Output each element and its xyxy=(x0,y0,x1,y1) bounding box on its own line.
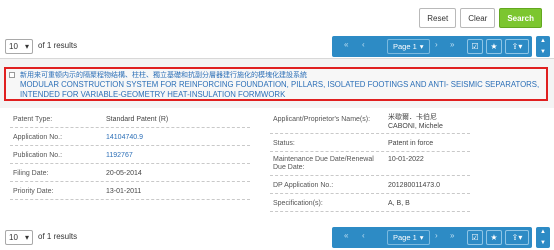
page-size-value: 10 xyxy=(9,233,18,242)
pager-bottom: 10 ▾ of 1 results « ‹ Page 1 ▾ › » ☑ ★ ⇪… xyxy=(0,227,554,248)
reset-button[interactable]: Reset xyxy=(419,8,457,28)
pagination-toolbar: « ‹ Page 1 ▾ › » ☑ ★ ⇪▾ xyxy=(332,227,532,248)
detail-row-filing-date: Filing Date: 20-05-2014 xyxy=(10,166,250,182)
last-page-button[interactable]: » xyxy=(450,40,454,49)
search-actions: Reset Clear Search xyxy=(419,8,542,28)
page-size-value: 10 xyxy=(9,42,18,51)
chevron-up-icon[interactable]: ▲ xyxy=(540,229,546,235)
detail-row-publication-no: Publication No.: 1192767 xyxy=(10,148,250,164)
detail-label: Applicant/Proprietor's Name(s): xyxy=(273,116,371,123)
chevron-down-icon: ▾ xyxy=(24,42,29,51)
chevron-down-icon[interactable]: ▼ xyxy=(540,49,546,55)
detail-row-application-no: Application No.: 14104740.9 xyxy=(10,130,250,146)
detail-value: A, B, B xyxy=(388,200,410,207)
select-all-checkbox-icon[interactable]: ☑ xyxy=(467,230,483,245)
pager-top: 10 ▾ of 1 results « ‹ Page 1 ▾ › » ☑ ★ ⇪… xyxy=(0,36,554,57)
last-page-button[interactable]: » xyxy=(450,231,454,240)
detail-row-specifications: Specification(s): A, B, B xyxy=(270,196,470,212)
detail-label: Application No.: xyxy=(13,134,63,141)
detail-value: 20-05-2014 xyxy=(106,170,142,177)
detail-label: Status: xyxy=(273,140,295,147)
results-count: of 1 results xyxy=(38,41,78,50)
page-size-select[interactable]: 10 ▾ xyxy=(5,230,33,245)
detail-row-dp-application: DP Application No.: 201280011473.0 xyxy=(270,178,470,194)
detail-value: Standard Patent (R) xyxy=(106,116,169,123)
detail-value: 10-01-2022 xyxy=(388,156,424,163)
detail-row-maintenance-due: Maintenance Due Date/Renewal Due Date: 1… xyxy=(270,154,470,176)
chevron-down-icon[interactable]: ▼ xyxy=(540,240,546,246)
results-count: of 1 results xyxy=(38,232,78,241)
star-icon[interactable]: ★ xyxy=(486,39,502,54)
result-details: Patent Type: Standard Patent (R) Applica… xyxy=(0,108,554,226)
first-page-button[interactable]: « xyxy=(344,40,348,49)
prev-page-button[interactable]: ‹ xyxy=(362,40,365,49)
chevron-up-icon[interactable]: ▲ xyxy=(540,38,546,44)
result-title-box: 新用来可重顿内示的隔聚程物结構、柱柱、獨立基礎和抗副分層器建行施化的模塊化建設系… xyxy=(4,67,548,101)
page-select[interactable]: Page 1 ▾ xyxy=(387,39,430,54)
first-page-button[interactable]: « xyxy=(344,231,348,240)
scroll-stepper[interactable]: ▲ ▼ xyxy=(536,36,550,57)
detail-value: 13-01-2011 xyxy=(106,188,142,195)
page-label: Page 1 xyxy=(393,233,417,242)
detail-row-status: Status: Patent in force xyxy=(270,136,470,152)
next-page-button[interactable]: › xyxy=(435,40,438,49)
detail-label: Patent Type: xyxy=(13,116,53,123)
detail-label: DP Application No.: xyxy=(273,182,334,189)
detail-row-patent-type: Patent Type: Standard Patent (R) xyxy=(10,112,250,128)
result-checkbox[interactable] xyxy=(9,72,15,78)
clear-button[interactable]: Clear xyxy=(460,8,496,28)
applicant-name: CABONI, Michele xyxy=(388,123,443,130)
select-all-checkbox-icon[interactable]: ☑ xyxy=(467,39,483,54)
page-size-select[interactable]: 10 ▾ xyxy=(5,39,33,54)
star-icon[interactable]: ★ xyxy=(486,230,502,245)
result-title-chinese[interactable]: 新用来可重顿内示的隔聚程物结構、柱柱、獨立基礎和抗副分層器建行施化的模塊化建設系… xyxy=(20,70,307,80)
detail-label: Maintenance Due Date/Renewal Due Date: xyxy=(273,156,374,171)
search-button[interactable]: Search xyxy=(499,8,542,28)
scroll-stepper[interactable]: ▲ ▼ xyxy=(536,227,550,248)
detail-row-priority-date: Priority Date: 13-01-2011 xyxy=(10,184,250,200)
page-label: Page 1 xyxy=(393,42,417,51)
chevron-down-icon: ▾ xyxy=(419,233,424,242)
export-icon[interactable]: ⇪▾ xyxy=(505,230,529,245)
detail-label: Priority Date: xyxy=(13,188,54,195)
detail-value: 201280011473.0 xyxy=(388,182,441,189)
chevron-down-icon: ▾ xyxy=(419,42,424,51)
publication-no-link[interactable]: 1192767 xyxy=(106,152,133,160)
detail-row-applicant: Applicant/Proprietor's Name(s): 米歇爾．卡伯尼 … xyxy=(270,112,470,134)
export-icon[interactable]: ⇪▾ xyxy=(505,39,529,54)
application-no-link[interactable]: 14104740.9 xyxy=(106,134,143,142)
next-page-button[interactable]: › xyxy=(435,231,438,240)
detail-label: Filing Date: xyxy=(13,170,49,177)
result-title-english[interactable]: MODULAR CONSTRUCTION SYSTEM FOR REINFORC… xyxy=(20,80,546,100)
applicant-name-chinese: 米歇爾．卡伯尼 xyxy=(388,114,437,121)
page-select[interactable]: Page 1 ▾ xyxy=(387,230,430,245)
pagination-toolbar: « ‹ Page 1 ▾ › » ☑ ★ ⇪▾ xyxy=(332,36,532,57)
detail-label: Specification(s): xyxy=(273,200,323,207)
prev-page-button[interactable]: ‹ xyxy=(362,231,365,240)
detail-label: Publication No.: xyxy=(13,152,63,159)
chevron-down-icon: ▾ xyxy=(24,233,29,242)
status-value: Patent in force xyxy=(388,140,434,147)
